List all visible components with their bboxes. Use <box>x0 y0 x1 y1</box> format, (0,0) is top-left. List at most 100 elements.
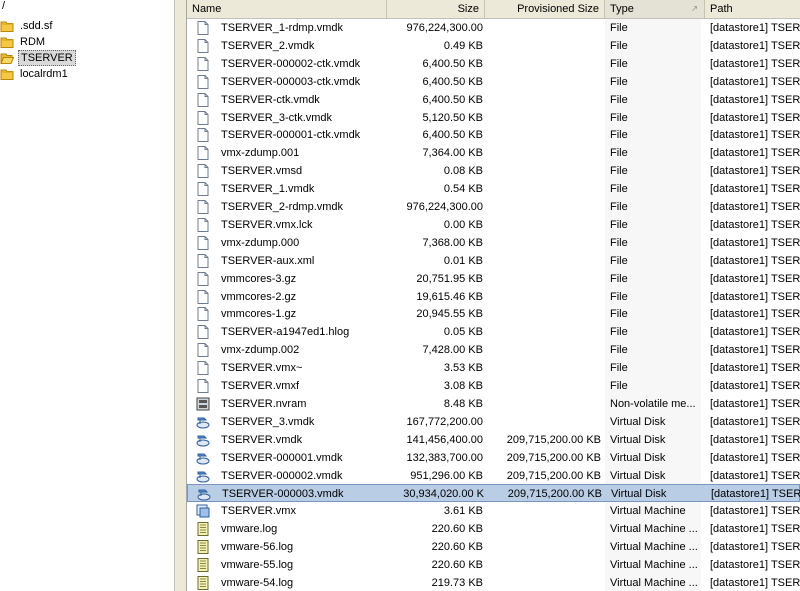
cell-type: File <box>605 180 701 199</box>
table-row[interactable]: vmware-55.log 220.60 KB Virtual Machine ..… <box>187 556 800 574</box>
cell-path: [datastore1] TSERVER <box>710 129 800 142</box>
table-row[interactable]: TSERVER-aux.xml 0.01 KB File [datastore1] T… <box>187 251 800 270</box>
cell-name: vmmcores-2.gz <box>221 290 297 303</box>
table-row[interactable]: TSERVER_3.vmdk 167,772,200.00 Virtual Disk… <box>187 412 800 431</box>
cell-size: 132,383,700.00 <box>406 451 483 464</box>
cell-provisioned-size <box>491 377 601 395</box>
table-row[interactable]: TSERVER-000003.vmdk 30,934,020.00 K 209,71… <box>187 484 800 503</box>
table-row[interactable]: vmmcores-3.gz 20,751.95 KB File [datastore1… <box>187 269 800 288</box>
table-row[interactable]: TSERVER_3-ctk.vmdk 5,120.50 KB File [datast… <box>187 108 800 127</box>
table-row[interactable]: TSERVER.vmx~ 3.53 KB File [datastore1] TSER… <box>187 359 800 378</box>
table-row[interactable]: TSERVER-000002-ctk.vmdk 6,400.50 KB File [d… <box>187 54 800 73</box>
cell-provisioned-size <box>491 216 601 234</box>
file-icon <box>195 145 211 161</box>
tree-root-label[interactable]: / <box>2 0 5 12</box>
table-row[interactable]: vmware-56.log 220.60 KB Virtual Machine ..… <box>187 538 800 557</box>
table-row[interactable]: TSERVER_2-rdmp.vmdk 976,224,300.00 File [da… <box>187 198 800 216</box>
tree-item-label: RDM <box>20 36 46 48</box>
cell-name: TSERVER-aux.xml <box>221 254 315 267</box>
table-row[interactable]: TSERVER.vmxf 3.08 KB File [datastore1] TSER… <box>187 377 800 395</box>
cell-type: File <box>605 359 701 378</box>
table-row[interactable]: vmmcores-1.gz 20,945.55 KB File [datastore1… <box>187 305 800 324</box>
table-row[interactable]: TSERVER.nvram 8.48 KB Non-volatile me... [d… <box>187 394 800 413</box>
table-row[interactable]: vmx-zdump.002 7,428.00 KB File [datastore1]… <box>187 341 800 360</box>
cell-name: TSERVER.vmx~ <box>221 362 303 375</box>
file-icon <box>195 235 211 251</box>
table-row[interactable]: TSERVER.vmdk 141,456,400.00 209,715,200.00… <box>187 430 800 449</box>
cell-size: 0.54 KB <box>443 183 483 196</box>
folder-icon <box>0 67 14 81</box>
cell-type: File <box>605 162 701 181</box>
cell-type: File <box>605 36 701 55</box>
table-row[interactable]: TSERVER.vmx 3.61 KB Virtual Machine [datast… <box>187 502 800 521</box>
cell-name: vmx-zdump.001 <box>221 147 300 160</box>
cell-name: vmware-55.log <box>221 559 294 571</box>
cell-name: TSERVER-a1947ed1.hlog <box>221 326 350 339</box>
cell-size: 5,120.50 KB <box>422 111 483 124</box>
cell-size: 220.60 KB <box>431 523 483 536</box>
cell-provisioned-size <box>491 234 601 252</box>
file-icon <box>195 74 211 90</box>
cell-path: [datastore1] TSERVER <box>710 93 800 106</box>
tree-item[interactable]: localrdm1 <box>0 66 70 82</box>
cell-type: File <box>605 323 701 342</box>
cell-provisioned-size <box>491 359 601 377</box>
table-row[interactable]: vmmcores-2.gz 19,615.46 KB File [datastore1… <box>187 287 800 306</box>
table-row[interactable]: TSERVER-000003-ctk.vmdk 6,400.50 KB File [d… <box>187 72 800 91</box>
file-icon <box>195 306 211 322</box>
tree-item[interactable]: .sdd.sf <box>0 18 54 34</box>
cell-type: File <box>605 251 701 270</box>
cell-provisioned-size <box>491 198 601 216</box>
cell-path: [datastore1] TSERVER <box>710 57 800 70</box>
table-row[interactable]: TSERVER-a1947ed1.hlog 0.05 KB File [datasto… <box>187 323 800 342</box>
cell-provisioned-size <box>491 502 601 520</box>
cell-type: Virtual Machine ... <box>605 556 701 574</box>
table-row[interactable]: TSERVER_2.vmdk 0.49 KB File [datastore1] TS… <box>187 36 800 55</box>
file-icon <box>195 217 211 233</box>
cell-size: 7,368.00 KB <box>422 236 483 249</box>
column-header-provisioned-size[interactable]: Provisioned Size <box>485 0 605 18</box>
table-row[interactable]: vmware-54.log 219.73 KB Virtual Machine ..… <box>187 573 800 591</box>
cell-path: [datastore1] TSERVER <box>710 469 800 482</box>
table-row[interactable]: vmx-zdump.001 7,364.00 KB File [datastore1]… <box>187 144 800 163</box>
cell-size: 976,224,300.00 <box>406 201 483 213</box>
cell-provisioned-size <box>491 180 601 198</box>
cell-type: Virtual Machine ... <box>605 520 701 539</box>
log-file-icon <box>195 521 211 537</box>
cell-provisioned-size <box>491 556 601 574</box>
cell-size: 20,751.95 KB <box>416 272 483 285</box>
cell-size: 3.61 KB <box>443 505 483 518</box>
table-row[interactable]: TSERVER-000002.vmdk 951,296.00 KB 209,715,… <box>187 466 800 485</box>
cell-name: TSERVER_1-rdmp.vmdk <box>221 22 344 34</box>
cell-type: File <box>605 377 701 395</box>
table-row[interactable]: TSERVER-ctk.vmdk 6,400.50 KB File [datastor… <box>187 90 800 109</box>
table-row[interactable]: vmx-zdump.000 7,368.00 KB File [datastore1]… <box>187 233 800 252</box>
cell-name: TSERVER-000001.vmdk <box>221 451 343 464</box>
cell-size: 6,400.50 KB <box>422 75 483 88</box>
column-header-name[interactable]: Name <box>187 0 387 18</box>
column-header-path[interactable]: Path <box>705 0 800 18</box>
table-row[interactable]: TSERVER.vmsd 0.08 KB File [datastore1] TSER… <box>187 162 800 181</box>
table-row[interactable]: TSERVER-000001-ctk.vmdk 6,400.50 KB File [d… <box>187 126 800 145</box>
cell-type: Virtual Disk <box>611 488 667 501</box>
cell-path: [datastore1] TSERVER <box>710 147 800 160</box>
cell-type: Virtual Machine <box>605 502 701 521</box>
column-header-size[interactable]: Size <box>387 0 485 18</box>
tree-item[interactable]: TSERVER <box>0 50 76 66</box>
table-row[interactable]: vmware.log 220.60 KB Virtual Machine ... [d… <box>187 520 800 539</box>
table-row[interactable]: TSERVER.vmx.lck 0.00 KB File [datastore1] T… <box>187 215 800 234</box>
table-row[interactable]: TSERVER_1-rdmp.vmdk 976,224,300.00 File [da… <box>187 19 800 37</box>
tree-item[interactable]: RDM <box>0 34 47 50</box>
cell-name: vmx-zdump.000 <box>221 236 300 249</box>
pane-splitter[interactable] <box>174 0 187 591</box>
cell-path: [datastore1] TSERVER <box>710 415 800 428</box>
column-header-type[interactable]: Type ↗ <box>605 0 705 18</box>
cell-provisioned-size: 209,715,200.00 KB <box>507 488 602 501</box>
cell-type: File <box>605 19 701 37</box>
table-row[interactable]: TSERVER-000001.vmdk 132,383,700.00 209,715… <box>187 448 800 467</box>
cell-name: vmmcores-1.gz <box>221 308 297 321</box>
file-icon <box>195 163 211 179</box>
table-row[interactable]: TSERVER_1.vmdk 0.54 KB File [datastore1] TS… <box>187 180 800 199</box>
cell-type: Virtual Machine ... <box>605 538 701 557</box>
cell-type: File <box>605 126 701 145</box>
